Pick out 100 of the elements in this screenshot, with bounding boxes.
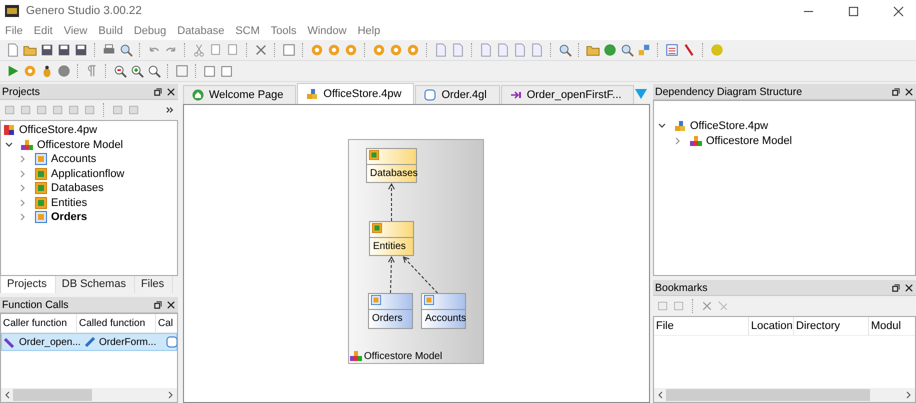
zoom-reset-icon[interactable]: [147, 64, 161, 78]
editor-tab[interactable]: OfficeStore.4pw: [297, 83, 414, 104]
table-cell: OrderForm...: [99, 336, 156, 348]
editor-tab[interactable]: Order_openFirstF...: [500, 85, 634, 104]
filter-icon[interactable]: [635, 88, 648, 100]
node-label: Orders: [371, 312, 404, 324]
menu-item[interactable]: Tools: [270, 25, 302, 37]
window-icon[interactable]: [220, 64, 234, 78]
square-icon[interactable]: [175, 64, 189, 78]
blocks-icon: [674, 120, 686, 132]
chevron-right-icon[interactable]: [19, 184, 27, 192]
window-icon[interactable]: [673, 300, 685, 312]
node-label: Entities: [372, 240, 407, 252]
module-node[interactable]: Entities: [369, 221, 414, 256]
tree-item[interactable]: OfficeStore.4pw: [1, 123, 177, 138]
close-icon[interactable]: [167, 88, 175, 96]
column-header[interactable]: Modul: [869, 317, 915, 335]
column-header[interactable]: Location: [749, 317, 794, 335]
menu-item[interactable]: SCM: [234, 25, 266, 37]
module-icon: [369, 150, 379, 160]
panel-title: Bookmarks: [655, 282, 708, 294]
dependency-arrow: [402, 256, 438, 294]
panel-title: Projects: [2, 86, 40, 98]
horizontal-scrollbar[interactable]: [1, 388, 177, 402]
folder-icon[interactable]: [23, 43, 37, 57]
column-header[interactable]: Caller function: [1, 314, 77, 332]
horizontal-scrollbar[interactable]: [654, 388, 915, 402]
module-node[interactable]: Orders: [368, 293, 413, 329]
magnifier-icon[interactable]: [119, 43, 133, 57]
maximize-icon[interactable]: [848, 6, 859, 16]
play-icon[interactable]: [6, 64, 20, 78]
chevron-left-icon[interactable]: [4, 391, 12, 399]
zoom-in-icon[interactable]: [130, 64, 144, 78]
chevron-right-icon[interactable]: [19, 213, 27, 222]
save-icon[interactable]: [74, 43, 88, 57]
tree-item[interactable]: OfficeStore.4pw: [654, 119, 915, 134]
editor-tab[interactable]: Order.4gl: [415, 85, 500, 104]
chevron-right-icon[interactable]: [19, 170, 27, 178]
chevron-right-icon[interactable]: [904, 391, 912, 399]
window-icon[interactable]: [282, 43, 296, 57]
tree-item[interactable]: Officestore Model: [654, 134, 915, 148]
menu-item[interactable]: Database: [176, 25, 230, 37]
save-icon[interactable]: [57, 43, 71, 57]
chevron-double-icon[interactable]: [166, 106, 174, 114]
chevron-right-icon[interactable]: [674, 136, 682, 145]
save-icon[interactable]: [40, 43, 54, 57]
chevron-down-icon[interactable]: [658, 122, 666, 130]
chevron-right-icon[interactable]: [19, 155, 27, 164]
float-icon[interactable]: [892, 284, 900, 292]
close-icon[interactable]: [167, 300, 175, 308]
table-row[interactable]: Order_open... OrderForm...: [1, 333, 177, 351]
close-icon[interactable]: [893, 6, 904, 16]
scissors-icon[interactable]: [192, 43, 206, 57]
chevron-left-icon[interactable]: [657, 391, 665, 399]
table-cell: Order_open...: [19, 336, 81, 348]
tree-item[interactable]: Databases: [1, 181, 177, 196]
magnifier-icon[interactable]: [620, 43, 634, 57]
delete-all-icon[interactable]: [717, 300, 729, 312]
editor-tab[interactable]: Welcome Page: [183, 85, 296, 104]
chevron-right-icon[interactable]: [19, 198, 27, 207]
checklist-icon[interactable]: [665, 43, 679, 57]
blocks-icon[interactable]: [637, 43, 651, 57]
chevron-right-icon[interactable]: [166, 391, 174, 399]
window-icon[interactable]: [657, 300, 669, 312]
panel-tab[interactable]: Projects: [0, 276, 56, 293]
float-icon[interactable]: [892, 88, 900, 96]
tree-item[interactable]: Officestore Model: [1, 138, 177, 152]
tree-item[interactable]: Applicationflow: [1, 166, 177, 181]
magnifier-icon[interactable]: [558, 43, 572, 57]
close-icon[interactable]: [905, 284, 913, 292]
column-header[interactable]: Cal: [156, 314, 177, 332]
new-file-icon[interactable]: [6, 43, 20, 57]
module-icon: [372, 223, 382, 233]
node-label: Accounts: [424, 312, 465, 324]
menu-item[interactable]: Edit: [32, 25, 59, 37]
float-icon[interactable]: [154, 88, 162, 96]
menu-item[interactable]: View: [62, 25, 94, 37]
menu-item[interactable]: Window: [306, 25, 353, 37]
folder-icon[interactable]: [586, 43, 600, 57]
column-header[interactable]: Directory: [794, 317, 869, 335]
tree-item[interactable]: Entities: [1, 196, 177, 210]
panel-tab[interactable]: DB Schemas: [56, 276, 135, 293]
menu-item[interactable]: File: [4, 25, 29, 37]
close-icon[interactable]: [905, 88, 913, 96]
column-header[interactable]: Called function: [77, 314, 156, 332]
menu-item[interactable]: Debug: [132, 25, 172, 37]
panel-tab[interactable]: Files: [134, 276, 174, 293]
chevron-down-icon[interactable]: [5, 140, 13, 149]
module-node[interactable]: Databases: [366, 148, 417, 183]
tree-item[interactable]: Accounts: [1, 152, 177, 166]
dependency-arrow: [388, 182, 395, 222]
tree-item[interactable]: Orders: [1, 210, 177, 224]
delete-icon[interactable]: [701, 300, 713, 312]
zoom-out-icon[interactable]: [113, 64, 127, 78]
menu-item[interactable]: Build: [97, 25, 129, 37]
menu-item[interactable]: Help: [356, 25, 386, 37]
column-header[interactable]: File: [654, 317, 749, 335]
module-node[interactable]: Accounts: [421, 293, 466, 329]
float-icon[interactable]: [154, 300, 162, 308]
window-icon[interactable]: [203, 64, 217, 78]
